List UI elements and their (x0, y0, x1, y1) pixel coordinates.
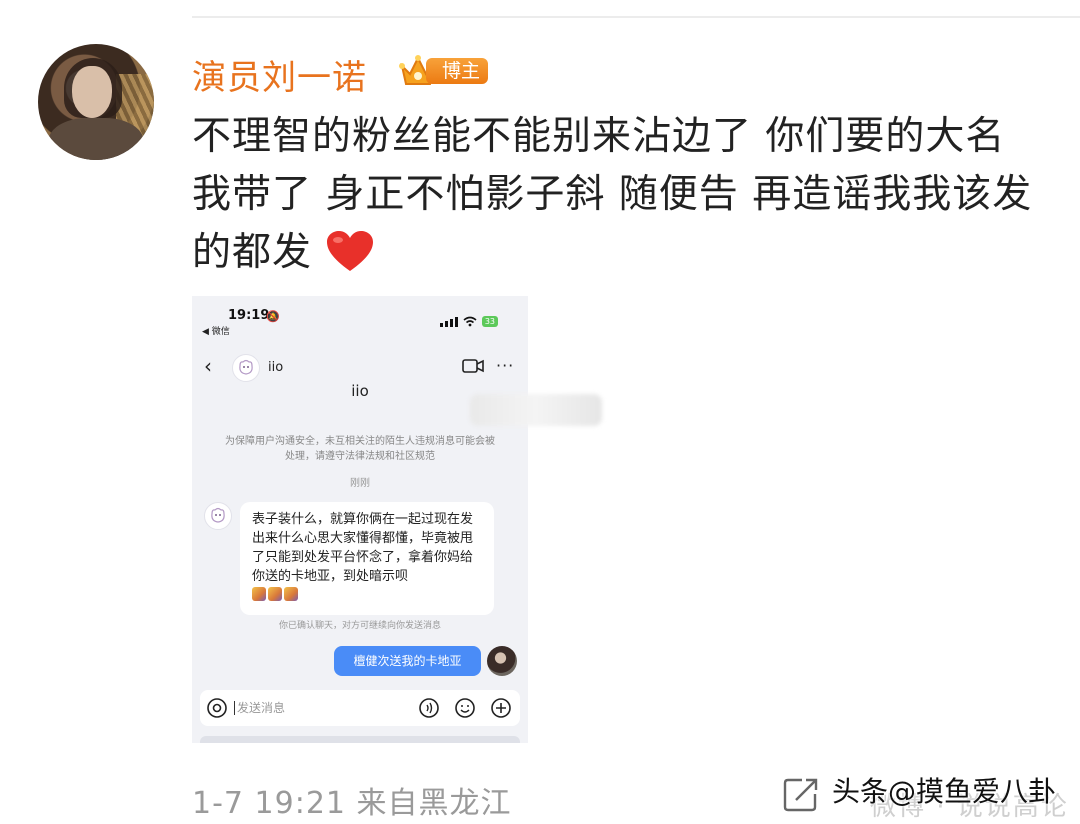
username[interactable]: 演员刘一诺 (192, 50, 367, 99)
post-body: 不理智的粉丝能不能别来沾边了 你们要的大名我带了 身正不怕影子斜 随便告 再造谣… (192, 114, 1033, 275)
outgoing-message-bubble[interactable]: 檀健次送我的卡地亚 (334, 646, 481, 676)
blurred-patch (470, 394, 602, 426)
embedded-chat-screenshot[interactable]: 19:19 🔕 ◀ 微信 33 ‹ iio ··· iio 为保障用户沟通安全，… (192, 296, 528, 743)
mute-bell-icon: 🔕 (266, 310, 280, 323)
user-avatar[interactable] (38, 44, 154, 160)
watermark: 头条@摸鱼爱八卦 (832, 775, 1057, 808)
badge-label: 博主 (426, 58, 489, 84)
voice-icon[interactable] (418, 698, 440, 718)
status-icons: 33 (439, 316, 498, 327)
safety-notice: 为保障用户沟通安全，未互相关注的陌生人违规消息可能会被处理，请遵守法律法规和社区… (225, 436, 495, 462)
back-chevron-icon[interactable]: ‹ (204, 354, 212, 378)
battery-indicator: 33 (481, 316, 498, 327)
signal-icon (439, 316, 458, 327)
sticker-emojis (252, 587, 482, 607)
red-heart-icon (327, 231, 374, 271)
more-options-icon[interactable]: ··· (496, 356, 514, 375)
post-text: 不理智的粉丝能不能别来沾边了 你们要的大名我带了 身正不怕影子斜 随便告 再造谣… (192, 108, 1042, 282)
incoming-message-text: 表子装什么，就算你俩在一起过现在发出来什么心思大家懂得都懂，毕竟被甩了只能到处发… (252, 512, 474, 584)
bottom-strip (200, 736, 520, 743)
message-input[interactable]: 发送消息 (234, 701, 285, 715)
post-source: 来自黑龙江 (356, 786, 512, 821)
post-meta: 1-7 19:21 来自黑龙江 (192, 778, 512, 822)
status-time: 19:19 (228, 308, 270, 323)
share-icon[interactable] (782, 776, 820, 812)
back-to-app-label: ◀ 微信 (202, 327, 230, 337)
wifi-icon (463, 316, 477, 327)
top-divider (192, 16, 1080, 18)
message-timestamp: 刚刚 (350, 478, 370, 489)
video-call-icon[interactable] (462, 358, 484, 374)
sender-avatar[interactable] (204, 502, 232, 530)
post-time: 1-7 19:21 (192, 786, 346, 821)
plus-icon[interactable] (490, 698, 512, 718)
emoji-icon[interactable] (454, 698, 476, 718)
contact-name-header: iio (268, 360, 284, 375)
blogger-badge: 博主 (398, 52, 489, 88)
incoming-message-bubble[interactable]: 表子装什么，就算你俩在一起过现在发出来什么心思大家懂得都懂，毕竟被甩了只能到处发… (240, 502, 494, 615)
chat-confirm-notice: 你已确认聊天，对方可继续向你发送消息 (278, 621, 441, 631)
contact-avatar[interactable] (232, 354, 260, 382)
camera-icon[interactable] (206, 698, 228, 718)
my-avatar[interactable] (487, 646, 517, 676)
